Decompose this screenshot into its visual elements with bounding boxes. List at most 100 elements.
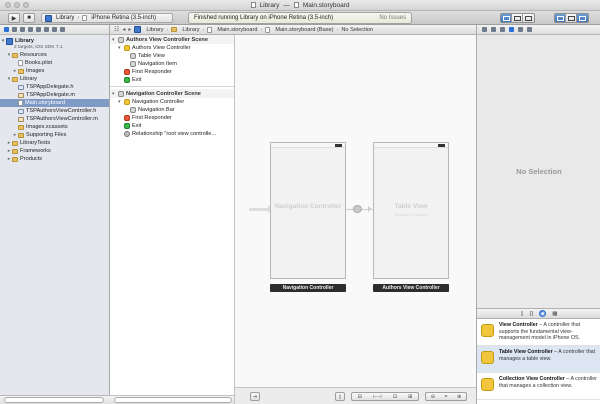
scene-placeholder-sublabel: Prototype Content: [394, 212, 428, 217]
no-selection-label: No Selection: [516, 167, 562, 176]
back-arrow-icon[interactable]: ◂: [122, 26, 125, 33]
storyboard-file-icon: [18, 100, 23, 106]
inspector-pane: No Selection: [477, 35, 600, 308]
related-items-icon[interactable]: ☷: [114, 26, 119, 33]
outline-item[interactable]: Exit: [110, 122, 234, 130]
tree-item[interactable]: TSPAuthorsViewController.h: [0, 107, 109, 115]
breadcrumb-item[interactable]: No Selection: [341, 27, 373, 33]
outline-item[interactable]: Navigation Bar: [110, 106, 234, 114]
form-factor-button[interactable]: ▯: [335, 392, 345, 401]
project-root-row[interactable]: ▾ Library: [0, 37, 109, 45]
tree-item[interactable]: ▸ Frameworks: [0, 147, 109, 155]
tree-item[interactable]: ▸ Images: [0, 67, 109, 75]
stop-button[interactable]: ■: [23, 13, 35, 23]
outline-item[interactable]: Table View: [110, 52, 234, 60]
forward-arrow-icon[interactable]: ▸: [128, 26, 131, 33]
issue-navigator-tab-icon[interactable]: [28, 27, 33, 32]
quick-help-tab-icon[interactable]: [491, 27, 496, 32]
tree-item[interactable]: TSPAuthorsViewController.m: [0, 115, 109, 123]
document-outline: ▾ Authors View Controller Scene ▾ Author…: [110, 35, 235, 404]
align-icon[interactable]: ⊟: [358, 394, 362, 400]
scheme-target[interactable]: Library: [42, 14, 77, 22]
breadcrumb-item[interactable]: Main.storyboard: [217, 27, 257, 33]
media-library-icon[interactable]: ▦: [552, 311, 557, 317]
toggle-outline-button[interactable]: ⇥: [250, 392, 260, 401]
run-button[interactable]: ▶: [8, 13, 20, 23]
tree-item[interactable]: TSPAppDelegate.h: [0, 83, 109, 91]
navigation-item-icon: [130, 61, 136, 67]
connections-inspector-tab-icon[interactable]: [527, 27, 532, 32]
relationship-segue-icon[interactable]: [353, 205, 362, 213]
tree-item[interactable]: Images.xcassets: [0, 123, 109, 131]
object-library-icon[interactable]: ◉: [539, 310, 547, 317]
tree-item-selected[interactable]: Main.storyboard: [0, 99, 109, 107]
scheme-device[interactable]: iPhone Retina (3.5-inch): [79, 15, 159, 21]
assistant-editor-button[interactable]: [512, 14, 523, 22]
tree-item[interactable]: ▾ Resources: [0, 51, 109, 59]
outline-item[interactable]: Exit: [110, 76, 234, 84]
outline-scene-header[interactable]: ▾ Authors View Controller Scene: [110, 35, 234, 44]
toggle-utilities-button[interactable]: [577, 14, 588, 22]
tree-item[interactable]: ▾ Library: [0, 75, 109, 83]
project-navigator-tab-icon[interactable]: [4, 27, 9, 32]
breadcrumb-item[interactable]: Main.storyboard (Base): [275, 27, 333, 33]
size-inspector-tab-icon[interactable]: [518, 27, 523, 32]
navigator-filter-input[interactable]: [4, 397, 104, 403]
file-template-library-icon[interactable]: ▯: [521, 311, 524, 317]
resolve-issues-icon[interactable]: ⊡: [393, 394, 397, 400]
breadcrumb-item[interactable]: Library: [182, 27, 199, 33]
issues-indicator[interactable]: No Issues: [379, 15, 406, 21]
tree-item[interactable]: Books.plist: [0, 59, 109, 67]
tree-item-label: Library: [20, 76, 38, 82]
assistant-editor-icon: [513, 15, 521, 21]
toggle-navigator-button[interactable]: [555, 14, 566, 22]
tree-item[interactable]: ▸ LibraryTests: [0, 139, 109, 147]
scheme-selector[interactable]: Library › iPhone Retina (3.5-inch): [41, 13, 173, 23]
attributes-inspector-tab-icon[interactable]: [509, 27, 514, 32]
identity-inspector-tab-icon[interactable]: [500, 27, 505, 32]
file-inspector-tab-icon[interactable]: [482, 27, 487, 32]
tree-item[interactable]: ▸ Supporting Files: [0, 131, 109, 139]
tree-item[interactable]: ▸ Products: [0, 155, 109, 163]
library-item[interactable]: View Controller – A controller that supp…: [477, 319, 600, 346]
standard-editor-button[interactable]: [501, 14, 512, 22]
debug-navigator-tab-icon[interactable]: [44, 27, 49, 32]
zoom-out-icon[interactable]: ⊖: [431, 394, 435, 400]
breadcrumb-item[interactable]: Library: [146, 27, 163, 33]
tree-item[interactable]: TSPAppDelegate.m: [0, 91, 109, 99]
zoom-window-button[interactable]: [23, 2, 29, 8]
storyboard-canvas[interactable]: Navigation Controller Table View Prototy…: [235, 35, 476, 387]
scene-dock-bar[interactable]: Authors View Controller: [373, 284, 449, 292]
zoom-in-icon[interactable]: ⊕: [457, 394, 461, 400]
test-navigator-tab-icon[interactable]: [36, 27, 41, 32]
toggle-debug-area-button[interactable]: [566, 14, 577, 22]
outline-filter-input[interactable]: [114, 397, 232, 403]
breadcrumb-separator-icon: ›: [202, 26, 205, 33]
breakpoint-navigator-tab-icon[interactable]: [52, 27, 57, 32]
zoom-actual-icon[interactable]: =: [445, 394, 448, 400]
outline-item[interactable]: First Responder: [110, 68, 234, 76]
outline-item[interactable]: Relationship "root view controlle...: [110, 130, 234, 138]
minimize-window-button[interactable]: [14, 2, 20, 8]
code-snippet-library-icon[interactable]: {}: [530, 311, 534, 317]
outline-item[interactable]: Navigation Item: [110, 60, 234, 68]
navigation-controller-scene[interactable]: Navigation Controller: [270, 142, 346, 279]
library-item[interactable]: Collection View Controller – A controlle…: [477, 373, 600, 400]
authors-view-controller-scene[interactable]: Table View Prototype Content: [373, 142, 449, 279]
library-item[interactable]: Table View Controller – A controller tha…: [477, 346, 600, 373]
folder-icon: [18, 132, 24, 138]
log-navigator-tab-icon[interactable]: [60, 27, 65, 32]
scene-dock-bar[interactable]: Navigation Controller: [270, 284, 346, 292]
view-controller-icon: [481, 324, 494, 337]
outline-scene-header[interactable]: ▾ Navigation Controller Scene: [110, 89, 234, 98]
outline-item[interactable]: ▾ Authors View Controller: [110, 44, 234, 52]
outline-item[interactable]: ▾ Navigation Controller: [110, 98, 234, 106]
pin-icon[interactable]: ⊢⊣: [373, 394, 382, 400]
find-navigator-tab-icon[interactable]: [20, 27, 25, 32]
version-editor-button[interactable]: [523, 14, 534, 22]
close-window-button[interactable]: [5, 2, 11, 8]
resizing-icon[interactable]: ⊞: [408, 394, 412, 400]
outline-item[interactable]: First Responder: [110, 114, 234, 122]
battery-icon: [335, 144, 342, 147]
symbol-navigator-tab-icon[interactable]: [12, 27, 17, 32]
